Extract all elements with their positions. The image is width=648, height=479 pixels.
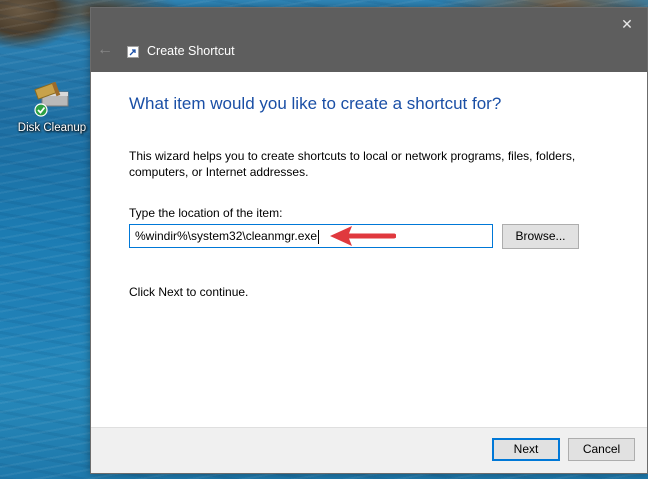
dialog-title: Create Shortcut	[147, 44, 235, 58]
shortcut-icon	[127, 46, 139, 58]
red-arrow-annotation	[326, 224, 397, 253]
create-shortcut-dialog: ✕ ← Create Shortcut What item would you …	[90, 7, 648, 474]
disk-cleanup-icon	[32, 81, 72, 118]
location-label: Type the location of the item:	[129, 206, 283, 220]
close-icon[interactable]: ✕	[615, 12, 639, 36]
dialog-footer: Next Cancel	[91, 427, 647, 473]
desktop-icon-disk-cleanup[interactable]: Disk Cleanup	[14, 81, 90, 134]
location-input[interactable]: %windir%\system32\cleanmgr.exe	[129, 224, 493, 248]
location-input-value: %windir%\system32\cleanmgr.exe	[135, 229, 318, 243]
wizard-description: This wizard helps you to create shortcut…	[129, 149, 576, 179]
dialog-titlebar: ✕ ← Create Shortcut	[91, 8, 647, 72]
browse-button[interactable]: Browse...	[502, 224, 579, 249]
continue-hint: Click Next to continue.	[129, 285, 249, 299]
back-arrow-icon[interactable]: ←	[97, 40, 117, 60]
page-heading: What item would you like to create a sho…	[129, 94, 502, 113]
next-button[interactable]: Next	[492, 438, 560, 461]
text-caret	[318, 229, 320, 244]
desktop-icon-label: Disk Cleanup	[17, 122, 87, 134]
cancel-button[interactable]: Cancel	[568, 438, 635, 461]
